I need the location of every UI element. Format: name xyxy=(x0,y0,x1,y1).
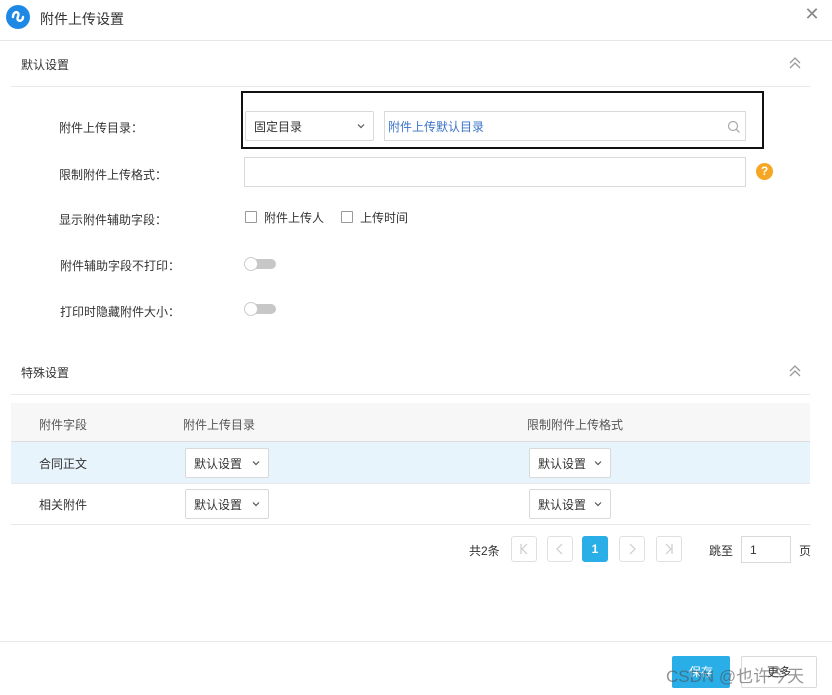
chevron-down-icon xyxy=(594,502,602,507)
prev-page-icon[interactable] xyxy=(547,536,573,562)
first-page-icon[interactable] xyxy=(511,536,537,562)
dialog-title: 附件上传设置 xyxy=(40,11,124,27)
row-field-name: 合同正文 xyxy=(39,457,88,471)
row-dir-value: 默认设置 xyxy=(194,456,243,471)
column-header-field: 附件字段 xyxy=(39,418,88,432)
upload-dir-label: 附件上传目录： xyxy=(58,121,143,135)
upload-dir-input-value: 附件上传默认目录 xyxy=(388,120,485,134)
upload-dir-type-select[interactable]: 固定目录 xyxy=(245,111,374,141)
row-dir-value: 默认设置 xyxy=(194,497,243,512)
row-dir-select[interactable]: 默认设置 xyxy=(185,448,269,478)
row-field-name: 相关附件 xyxy=(39,498,88,512)
page-unit-label: 页 xyxy=(799,544,812,558)
table-row[interactable] xyxy=(11,442,810,483)
default-section-title: 默认设置 xyxy=(21,58,70,72)
chevron-down-icon xyxy=(252,461,260,466)
section-divider xyxy=(11,394,810,395)
hide-size-label: 打印时隐藏附件大小： xyxy=(59,305,180,319)
collapse-special-icon[interactable] xyxy=(787,363,803,379)
next-page-icon[interactable] xyxy=(619,536,645,562)
chevron-down-icon xyxy=(252,502,260,507)
aux-fields-label: 显示附件辅助字段： xyxy=(58,213,167,227)
chevron-down-icon xyxy=(594,461,602,466)
section-divider xyxy=(11,86,810,87)
row-dir-select[interactable]: 默认设置 xyxy=(185,489,269,519)
page-1-button[interactable]: 1 xyxy=(582,536,608,562)
close-icon[interactable]: ✕ xyxy=(802,4,822,25)
last-page-icon[interactable] xyxy=(656,536,682,562)
collapse-default-icon[interactable] xyxy=(787,55,803,71)
upload-time-checkbox-label[interactable]: 上传时间 xyxy=(360,209,408,226)
upload-time-checkbox[interactable] xyxy=(341,211,353,223)
search-icon[interactable] xyxy=(727,120,741,134)
column-header-dir: 附件上传目录 xyxy=(183,418,256,432)
app-logo-icon xyxy=(6,5,30,29)
uploader-checkbox-label[interactable]: 附件上传人 xyxy=(264,209,324,226)
format-input[interactable] xyxy=(244,157,746,187)
jump-label: 跳至 xyxy=(709,544,734,558)
chevron-down-icon xyxy=(357,124,365,129)
row-format-select[interactable]: 默认设置 xyxy=(529,448,611,478)
row-format-select[interactable]: 默认设置 xyxy=(529,489,611,519)
column-header-format: 限制附件上传格式 xyxy=(527,418,624,432)
dialog-header xyxy=(0,0,832,41)
footer-divider xyxy=(0,641,832,642)
row-format-value: 默认设置 xyxy=(538,456,587,471)
upload-dir-type-value: 固定目录 xyxy=(254,119,303,134)
table-header xyxy=(11,403,810,442)
table-divider xyxy=(11,524,810,525)
special-section-title: 特殊设置 xyxy=(21,366,70,380)
upload-dir-input[interactable]: 附件上传默认目录 xyxy=(384,111,746,141)
no-print-label: 附件辅助字段不打印： xyxy=(59,259,180,273)
watermark-text: CSDN @也许今天 xyxy=(666,667,805,686)
uploader-checkbox[interactable] xyxy=(245,211,257,223)
format-label: 限制附件上传格式： xyxy=(58,168,167,182)
jump-page-input[interactable]: 1 xyxy=(741,536,791,563)
table-divider xyxy=(11,483,810,484)
row-format-value: 默认设置 xyxy=(538,497,587,512)
help-icon[interactable]: ? xyxy=(756,163,773,180)
pagination-total: 共2条 xyxy=(469,544,500,558)
hide-size-toggle[interactable] xyxy=(244,302,276,316)
no-print-toggle[interactable] xyxy=(244,257,276,271)
